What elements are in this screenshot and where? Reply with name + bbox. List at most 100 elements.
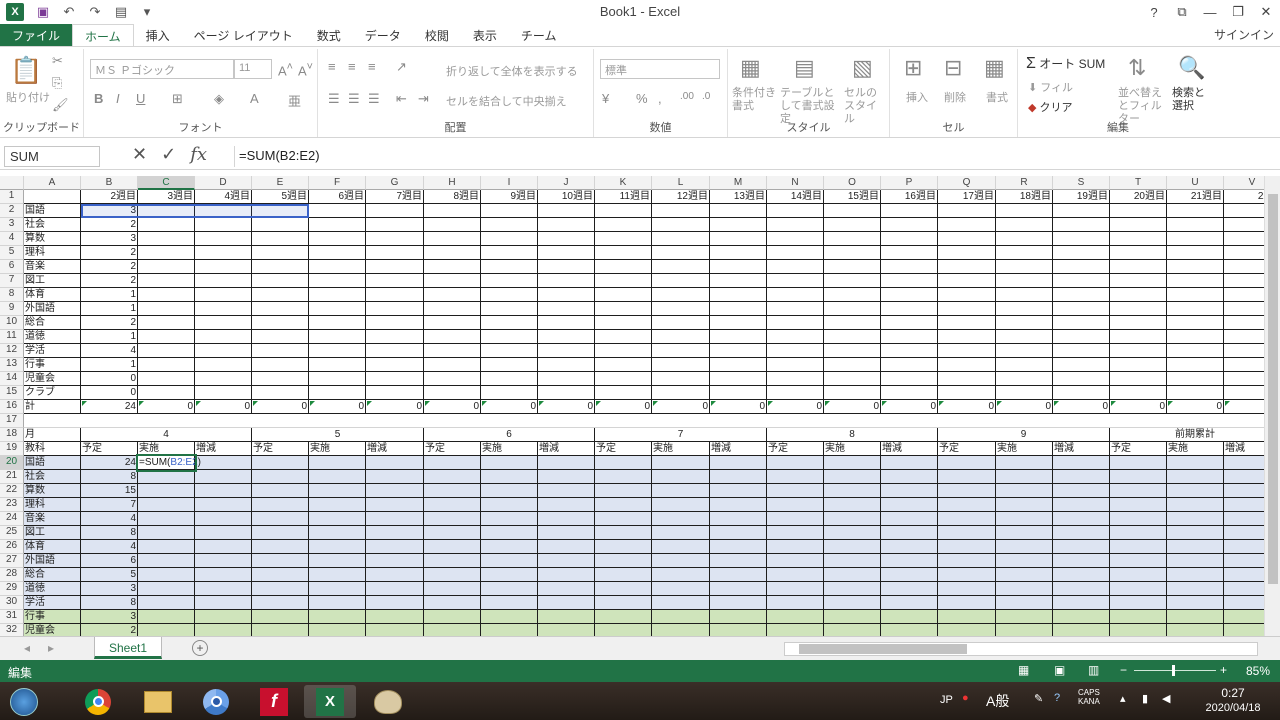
week-cell[interactable] <box>424 288 481 302</box>
data-cell[interactable] <box>767 470 824 484</box>
week-cell[interactable] <box>424 204 481 218</box>
data-cell[interactable] <box>1053 498 1110 512</box>
data-cell[interactable] <box>252 610 309 624</box>
planned-cell[interactable]: 4 <box>81 512 138 526</box>
week-cell[interactable] <box>366 330 424 344</box>
data-cell[interactable] <box>1167 484 1224 498</box>
planned-cell[interactable]: 2 <box>81 274 138 288</box>
data-cell[interactable] <box>652 596 710 610</box>
week-cell[interactable] <box>138 302 195 316</box>
data-cell[interactable] <box>366 596 424 610</box>
data-cell[interactable] <box>938 470 996 484</box>
data-cell[interactable] <box>424 554 481 568</box>
name-box[interactable]: SUM <box>4 146 100 167</box>
week-cell[interactable] <box>138 288 195 302</box>
data-cell[interactable] <box>309 568 366 582</box>
plan-actual-header[interactable]: 増減 <box>195 442 252 456</box>
column-header[interactable]: N <box>767 176 824 190</box>
data-cell[interactable] <box>1224 512 1264 526</box>
data-cell[interactable] <box>938 512 996 526</box>
empty-cell[interactable] <box>996 414 1053 428</box>
data-cell[interactable] <box>538 526 595 540</box>
plan-actual-header[interactable]: 実施 <box>824 442 881 456</box>
data-cell[interactable] <box>881 610 938 624</box>
week-cell[interactable] <box>1224 358 1264 372</box>
data-cell[interactable] <box>595 582 652 596</box>
week-cell[interactable] <box>938 204 996 218</box>
week-cell[interactable] <box>309 344 366 358</box>
data-cell[interactable] <box>1224 596 1264 610</box>
week-cell[interactable] <box>1167 344 1224 358</box>
week-cell[interactable] <box>1053 316 1110 330</box>
data-cell[interactable] <box>366 624 424 636</box>
column-header[interactable]: D <box>195 176 252 190</box>
week-cell[interactable] <box>481 330 538 344</box>
data-cell[interactable] <box>767 456 824 470</box>
month-header[interactable]: 8 <box>767 428 938 442</box>
data-cell[interactable] <box>652 484 710 498</box>
week-cell[interactable] <box>424 274 481 288</box>
data-cell[interactable] <box>1110 540 1167 554</box>
total-cell[interactable]: 0 <box>252 400 309 414</box>
data-cell[interactable] <box>652 470 710 484</box>
tab-7[interactable]: 表示 <box>461 24 509 46</box>
data-cell[interactable] <box>195 540 252 554</box>
week-cell[interactable] <box>1224 246 1264 260</box>
row-header[interactable]: 21 <box>0 470 24 484</box>
column-header[interactable]: S <box>1053 176 1110 190</box>
data-cell[interactable] <box>1053 484 1110 498</box>
data-cell[interactable] <box>1224 540 1264 554</box>
week-cell[interactable] <box>824 218 881 232</box>
data-cell[interactable] <box>996 624 1053 636</box>
data-cell[interactable] <box>938 456 996 470</box>
undo-icon[interactable]: ↶ <box>60 4 78 20</box>
data-cell[interactable] <box>652 512 710 526</box>
data-cell[interactable] <box>481 540 538 554</box>
planned-cell[interactable]: 1 <box>81 330 138 344</box>
underline-icon[interactable]: U <box>136 91 145 106</box>
add-sheet-icon[interactable]: + <box>192 640 208 656</box>
week-cell[interactable] <box>481 358 538 372</box>
week-cell[interactable] <box>881 330 938 344</box>
week-cell[interactable] <box>481 260 538 274</box>
subject-cell[interactable]: 体育 <box>24 288 81 302</box>
week-cell[interactable] <box>652 246 710 260</box>
format-cells-button[interactable]: 書式 <box>986 89 1008 105</box>
data-cell[interactable] <box>996 456 1053 470</box>
week-cell[interactable] <box>996 302 1053 316</box>
week-cell[interactable] <box>309 386 366 400</box>
bold-icon[interactable]: B <box>94 91 103 106</box>
cumulative-header[interactable]: 前期累計 <box>1110 428 1264 442</box>
week-cell[interactable] <box>309 218 366 232</box>
data-cell[interactable] <box>996 554 1053 568</box>
enter-icon[interactable]: ✓ <box>161 144 176 165</box>
chrome-canary-taskbar-icon[interactable] <box>190 685 242 718</box>
week-cell[interactable] <box>366 288 424 302</box>
data-cell[interactable] <box>938 568 996 582</box>
data-cell[interactable] <box>138 498 195 512</box>
zoom-out-icon[interactable]: − <box>1120 663 1127 677</box>
week-cell[interactable] <box>996 372 1053 386</box>
week-cell[interactable] <box>1224 344 1264 358</box>
data-cell[interactable] <box>481 526 538 540</box>
week-cell[interactable] <box>424 232 481 246</box>
data-cell[interactable] <box>138 526 195 540</box>
week-cell[interactable] <box>595 372 652 386</box>
week-cell[interactable] <box>366 204 424 218</box>
select-all-corner[interactable] <box>0 176 24 190</box>
week-cell[interactable] <box>996 232 1053 246</box>
week-cell[interactable] <box>1224 330 1264 344</box>
column-header[interactable]: A <box>24 176 81 190</box>
week-cell[interactable] <box>1110 204 1167 218</box>
week-cell[interactable] <box>881 246 938 260</box>
week-cell[interactable] <box>366 274 424 288</box>
format-table-icon[interactable]: ▤ <box>794 55 815 81</box>
week-cell[interactable] <box>1224 372 1264 386</box>
row-header[interactable]: 9 <box>0 302 24 316</box>
week-cell[interactable] <box>424 372 481 386</box>
week-cell[interactable] <box>424 218 481 232</box>
font-color-icon[interactable]: A <box>250 91 259 106</box>
subject-cell[interactable]: 児童会 <box>24 372 81 386</box>
data-cell[interactable] <box>538 512 595 526</box>
data-cell[interactable] <box>595 484 652 498</box>
